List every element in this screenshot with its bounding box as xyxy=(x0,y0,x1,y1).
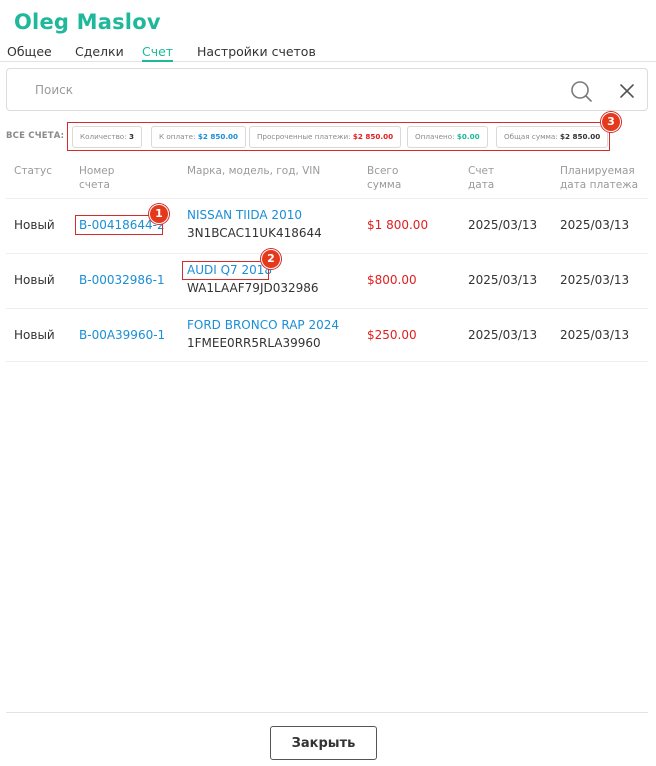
row-status: Новый xyxy=(14,273,55,287)
row-status: Новый xyxy=(14,328,55,342)
tab-invoice-settings[interactable]: Настройки счетов xyxy=(197,44,316,59)
summary-total-chip: Общая сумма: $2 850.00 xyxy=(496,126,609,148)
column-header-line: Счет xyxy=(468,165,495,177)
column-header-due-date: Планируемая дата платежа xyxy=(560,164,638,192)
vehicle-vin: WA1LAAF79JD032986 xyxy=(187,281,319,295)
close-button[interactable]: Закрыть xyxy=(270,726,377,760)
row-divider xyxy=(6,308,648,309)
column-header-invoice-date: Счет дата xyxy=(468,164,494,192)
vehicle-vin: 3N1BCAC11UK418644 xyxy=(187,226,322,240)
row-invoice-date: 2025/03/13 xyxy=(468,273,538,287)
annotation-highlight-2 xyxy=(182,261,269,280)
column-header-line: дата платежа xyxy=(560,179,639,191)
summary-total-value: $2 850.00 xyxy=(560,132,601,141)
row-divider xyxy=(6,198,648,199)
summary-total-label: Общая сумма: xyxy=(504,132,558,141)
column-header-amount: Всего сумма xyxy=(367,164,401,192)
row-invoice-date: 2025/03/13 xyxy=(468,218,538,232)
summary-count-value: 3 xyxy=(128,132,134,141)
row-divider xyxy=(6,253,648,254)
all-invoices-label: ВСЕ СЧЕТА: xyxy=(6,131,65,141)
column-header-line: Всего xyxy=(367,165,399,177)
tab-bar: Общее Сделки Счет Настройки счетов xyxy=(0,43,656,62)
search-icon[interactable] xyxy=(570,80,592,102)
search-input[interactable] xyxy=(35,81,535,99)
summary-paid-value: $0.00 xyxy=(456,132,480,141)
summary-due-chip: К оплате: $2 850.00 xyxy=(151,126,247,148)
column-header-line: Планируемая xyxy=(560,165,635,177)
summary-overdue-value: $2 850.00 xyxy=(352,132,394,141)
column-header-line: дата xyxy=(468,179,495,191)
search-bar xyxy=(6,68,648,111)
column-header-status: Статус xyxy=(14,164,52,178)
vehicle-link[interactable]: NISSAN TIIDA 2010 xyxy=(187,208,302,222)
summary-count-chip: Количество: 3 xyxy=(72,126,142,148)
annotation-badge-1: 1 xyxy=(149,204,169,224)
summary-paid-label: Оплачено: xyxy=(415,132,455,141)
row-status: Новый xyxy=(14,218,55,232)
row-amount: $1 800.00 xyxy=(367,218,429,232)
summary-highlight: Количество: 3 К оплате: $2 850.00 Просро… xyxy=(67,122,610,151)
annotation-badge-3: 3 xyxy=(601,112,621,132)
tab-invoice[interactable]: Счет xyxy=(142,44,174,62)
column-header-line: Номер xyxy=(79,165,115,177)
row-amount: $250.00 xyxy=(367,328,417,342)
close-icon[interactable] xyxy=(617,81,637,101)
row-due-date: 2025/03/13 xyxy=(560,218,630,232)
column-header-line: Статус xyxy=(14,165,52,177)
column-header-number: Номер счета xyxy=(79,164,114,192)
row-due-date: 2025/03/13 xyxy=(560,328,630,342)
summary-overdue-chip: Просроченные платежи: $2 850.00 xyxy=(249,126,402,148)
column-header-vehicle: Марка, модель, год, VIN xyxy=(187,164,320,178)
invoice-number-link[interactable]: B-00032986-1 xyxy=(79,273,165,287)
row-invoice-date: 2025/03/13 xyxy=(468,328,538,342)
annotation-badge-2: 2 xyxy=(261,249,281,269)
row-divider xyxy=(6,361,648,362)
page-title: Oleg Maslov xyxy=(14,10,161,34)
tab-general[interactable]: Общее xyxy=(7,44,52,59)
row-amount: $800.00 xyxy=(367,273,417,287)
vehicle-link[interactable]: FORD BRONCO RAP 2024 xyxy=(187,318,339,332)
vehicle-vin: 1FMEE0RR5RLA39960 xyxy=(187,336,321,350)
invoice-number-link[interactable]: B-00A39960-1 xyxy=(79,328,165,342)
summary-due-value: $2 850.00 xyxy=(197,132,239,141)
summary-overdue-label: Просроченные платежи: xyxy=(257,132,351,141)
column-header-line: счета xyxy=(79,179,110,191)
summary-count-label: Количество: xyxy=(80,132,127,141)
summary-paid-chip: Оплачено: $0.00 xyxy=(407,126,488,148)
column-header-line: Марка, модель, год, VIN xyxy=(187,165,321,177)
summary-due-label: К оплате: xyxy=(159,132,196,141)
tab-deals[interactable]: Сделки xyxy=(75,44,124,59)
column-header-line: сумма xyxy=(367,179,402,191)
footer-divider xyxy=(6,712,648,713)
row-due-date: 2025/03/13 xyxy=(560,273,630,287)
